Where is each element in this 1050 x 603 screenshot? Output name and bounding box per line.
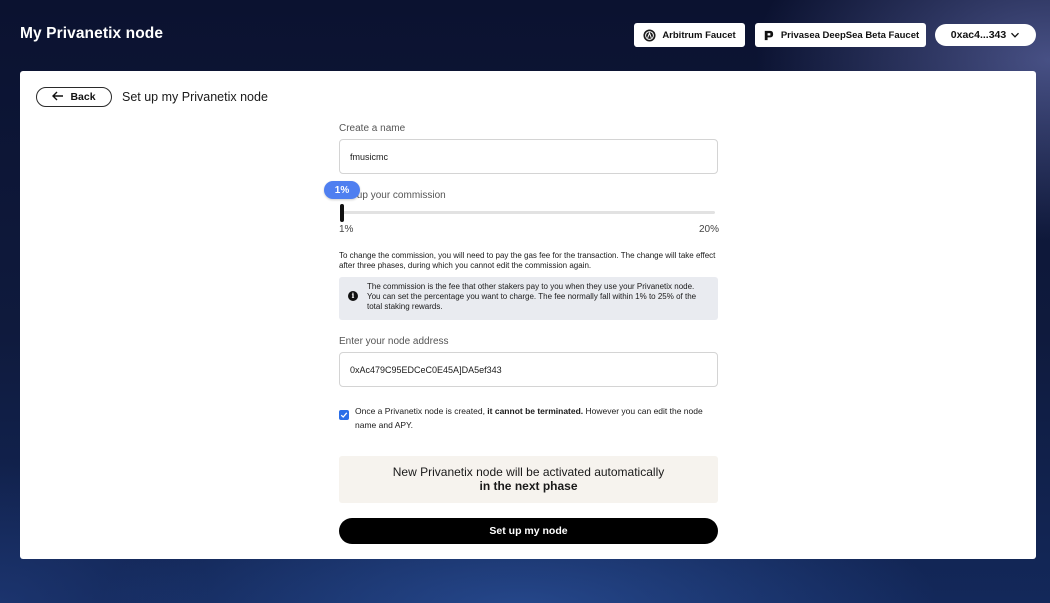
activation-line-2: in the next phase <box>479 479 578 493</box>
commission-change-note: To change the commission, you will need … <box>339 251 716 270</box>
chevron-down-icon <box>1010 30 1020 40</box>
app-title: My Privanetix node <box>20 25 164 42</box>
arrow-left-icon <box>52 91 64 104</box>
arbitrum-logo-icon <box>643 28 656 42</box>
back-label: Back <box>70 91 96 103</box>
name-label: Create a name <box>339 123 406 134</box>
commission-info-text: The commission is the fee that other sta… <box>367 282 697 311</box>
activation-line-1: New Privanetix node will be activated au… <box>392 465 665 479</box>
commission-value-bubble: 1% <box>324 181 360 199</box>
privasea-faucet-button[interactable]: Privasea DeepSea Beta Faucet <box>755 23 926 47</box>
info-icon: i <box>348 291 358 301</box>
checkmark-icon <box>340 412 348 418</box>
setup-card: Back Set up my Privanetix node Create a … <box>20 71 1036 559</box>
wallet-address-button[interactable]: 0xac4...343 <box>935 24 1036 46</box>
arbitrum-faucet-label: Arbitrum Faucet <box>662 29 736 41</box>
consent-text-start: Once a Privanetix node is created, <box>355 406 488 416</box>
node-name-input[interactable] <box>339 139 718 174</box>
commission-slider-track[interactable] <box>341 211 715 214</box>
consent-checkbox[interactable] <box>339 410 349 420</box>
commission-info-box: i The commission is the fee that other s… <box>339 277 718 320</box>
node-address-input[interactable] <box>339 352 718 387</box>
privasea-logo-icon <box>762 29 775 42</box>
commission-min-label: 1% <box>339 224 354 235</box>
arbitrum-faucet-button[interactable]: Arbitrum Faucet <box>634 23 745 47</box>
activation-notice: New Privanetix node will be activated au… <box>339 456 718 503</box>
consent-text-bold: it cannot be terminated. <box>487 406 584 416</box>
consent-text: Once a Privanetix node is created, it ca… <box>355 404 719 432</box>
address-label: Enter your node address <box>339 336 449 347</box>
wallet-address: 0xac4...343 <box>950 29 1007 41</box>
privasea-faucet-label: Privasea DeepSea Beta Faucet <box>780 29 920 41</box>
termination-consent: Once a Privanetix node is created, it ca… <box>339 404 719 432</box>
commission-max-label: 20% <box>698 224 719 235</box>
back-button[interactable]: Back <box>36 87 112 107</box>
top-bar: My Privanetix node Arbitrum Faucet Priva… <box>0 0 1050 71</box>
setup-node-button[interactable]: Set up my node <box>339 518 718 544</box>
commission-slider-thumb[interactable] <box>340 204 344 222</box>
page-title: Set up my Privanetix node <box>122 90 268 104</box>
